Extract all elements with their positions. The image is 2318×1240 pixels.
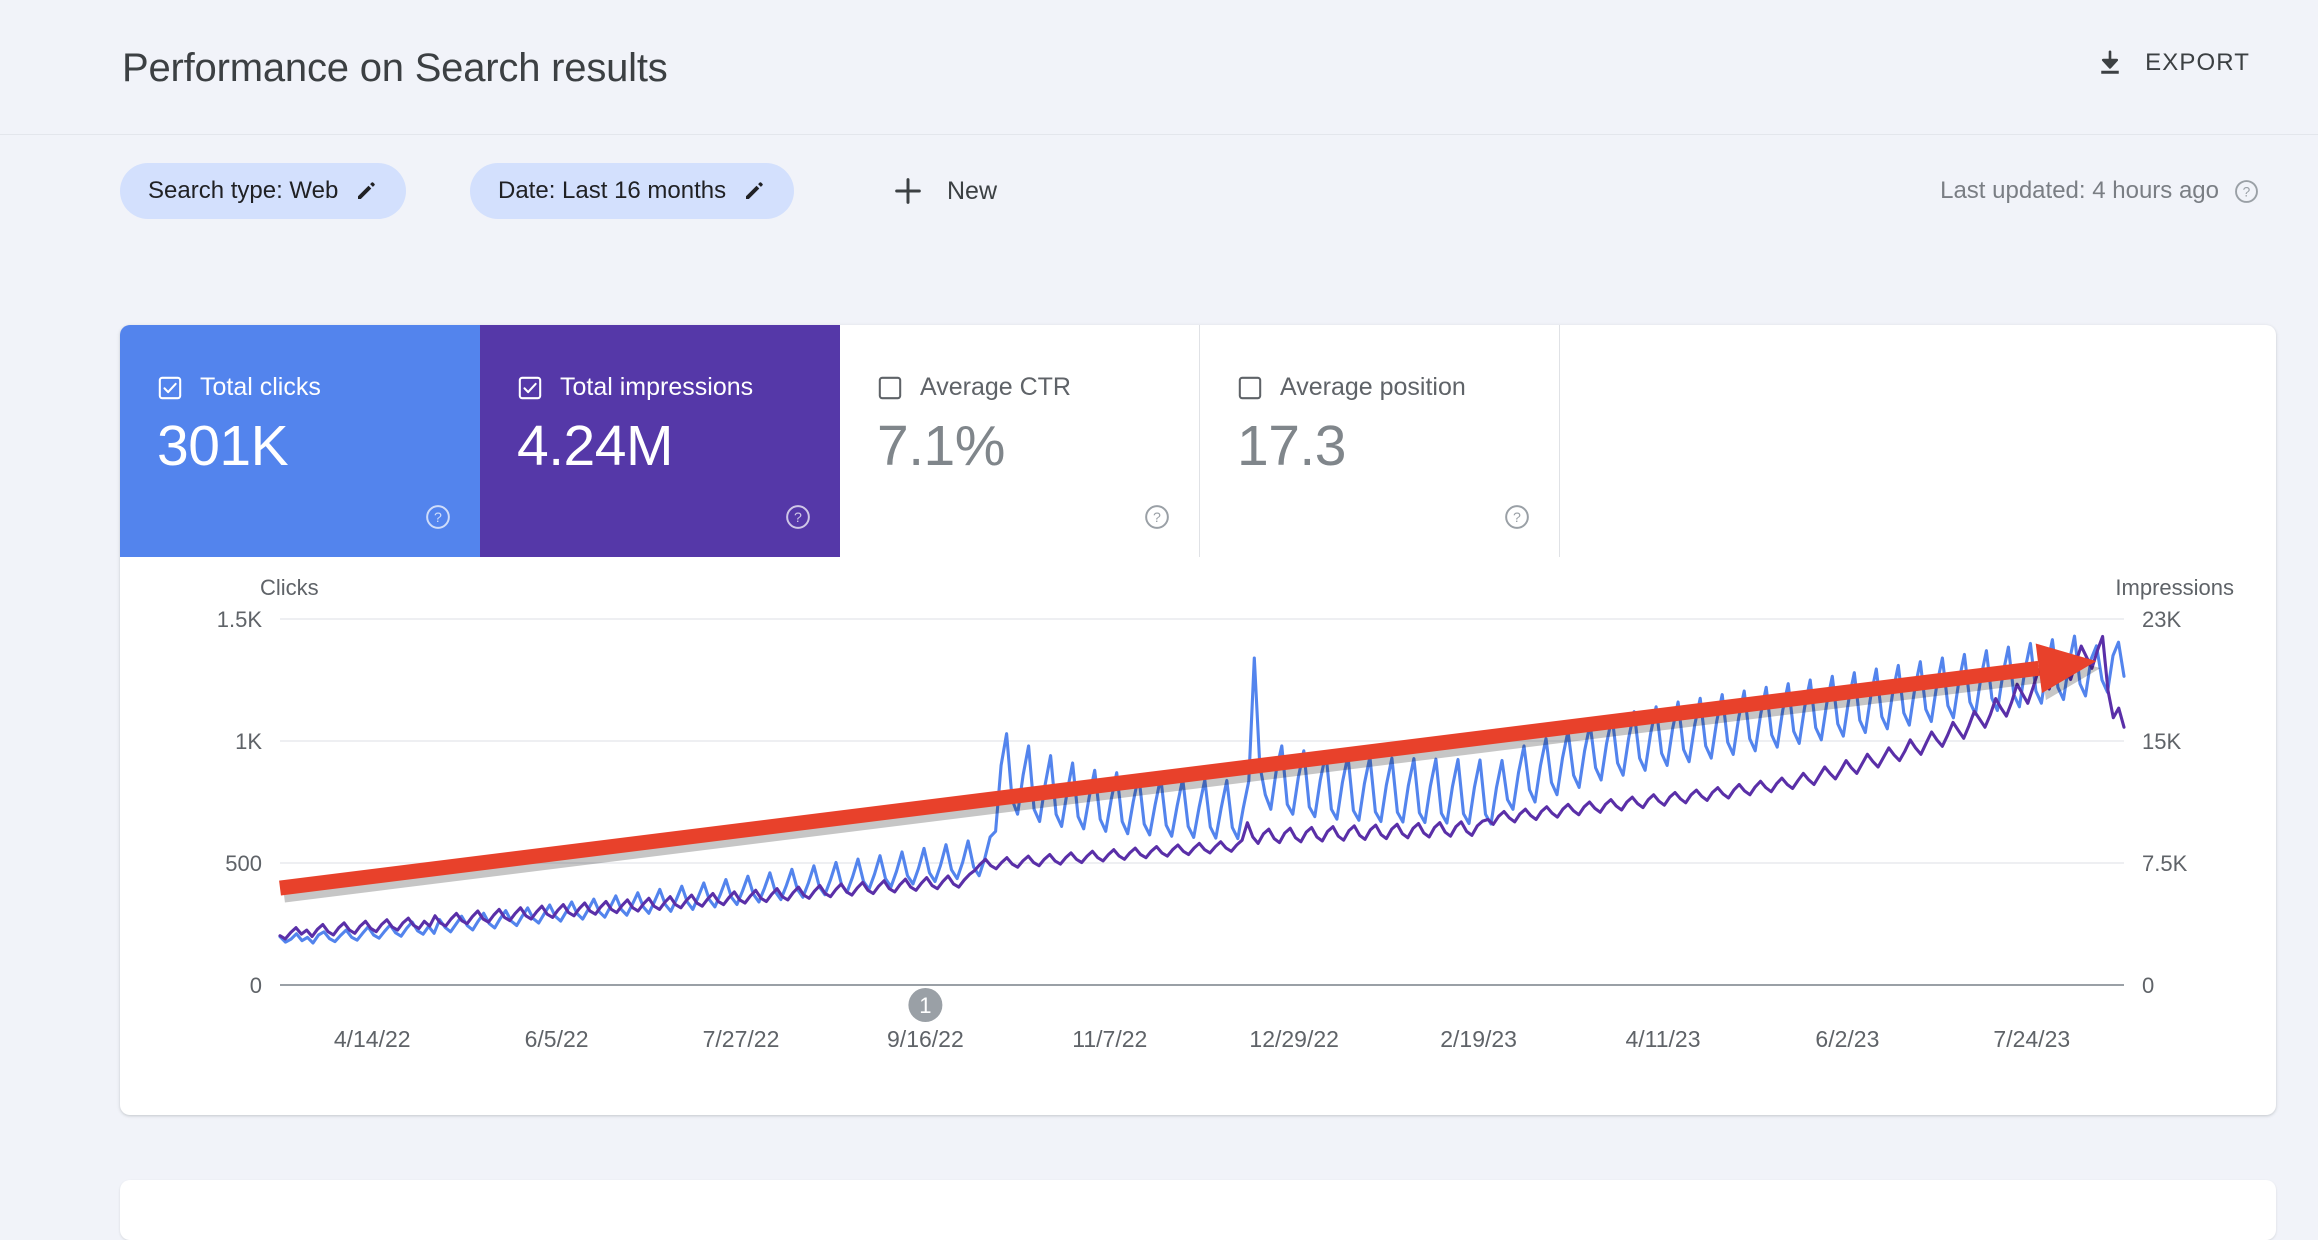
metric-label: Total clicks: [200, 373, 321, 401]
filter-chip-date-label: Date: Last 16 months: [498, 177, 727, 204]
plus-icon: [891, 174, 925, 208]
svg-text:23K: 23K: [2142, 607, 2181, 632]
help-icon[interactable]: ?: [1143, 503, 1171, 531]
last-updated: Last updated: 4 hours ago ?: [1940, 177, 2260, 205]
export-button[interactable]: EXPORT: [2085, 40, 2260, 86]
help-icon[interactable]: ?: [1503, 503, 1531, 531]
svg-text:0: 0: [2142, 973, 2154, 998]
svg-text:4/11/23: 4/11/23: [1625, 1026, 1700, 1052]
filter-chip-search-type-label: Search type: Web: [148, 177, 339, 204]
svg-text:12/29/22: 12/29/22: [1249, 1026, 1339, 1052]
filter-chip-date[interactable]: Date: Last 16 months: [470, 163, 795, 219]
svg-text:?: ?: [1513, 510, 1521, 526]
metric-label: Total impressions: [560, 373, 754, 401]
pencil-icon[interactable]: [354, 179, 378, 203]
metric-cards-row: Total clicks 301K ? Total impressions 4.…: [120, 325, 1560, 557]
help-icon[interactable]: ?: [424, 503, 452, 531]
pencil-icon[interactable]: [742, 179, 766, 203]
svg-text:6/5/22: 6/5/22: [525, 1026, 589, 1052]
performance-card: Total clicks 301K ? Total impressions 4.…: [120, 325, 2276, 1115]
svg-text:1K: 1K: [235, 729, 262, 754]
metric-card-total-impressions[interactable]: Total impressions 4.24M ?: [480, 325, 840, 557]
metric-head: Average CTR: [877, 373, 1071, 402]
metric-head: Total clicks: [157, 373, 321, 402]
page-header: Performance on Search results EXPORT: [0, 0, 2318, 135]
download-icon: [2095, 48, 2125, 78]
svg-text:11/7/22: 11/7/22: [1072, 1026, 1147, 1052]
svg-text:0: 0: [250, 973, 262, 998]
next-card-peek: [120, 1180, 2276, 1240]
page-title: Performance on Search results: [122, 46, 668, 90]
svg-text:7.5K: 7.5K: [2142, 851, 2188, 876]
svg-text:1: 1: [919, 993, 931, 1018]
filter-chip-search-type[interactable]: Search type: Web: [120, 163, 407, 219]
svg-text:1.5K: 1.5K: [217, 607, 263, 632]
svg-text:15K: 15K: [2142, 729, 2181, 754]
svg-text:500: 500: [225, 851, 262, 876]
svg-text:6/2/23: 6/2/23: [1815, 1026, 1879, 1052]
filter-bar: Search type: Web Date: Last 16 months Ne…: [0, 135, 2318, 265]
metric-value: 17.3: [1237, 414, 1346, 478]
metric-label: Average position: [1280, 373, 1466, 401]
metric-label: Average CTR: [920, 373, 1071, 401]
add-new-filter-label: New: [947, 176, 998, 205]
checkbox-checked-icon[interactable]: [157, 375, 183, 401]
checkbox-checked-icon[interactable]: [517, 375, 543, 401]
svg-text:9/16/22: 9/16/22: [887, 1026, 964, 1052]
svg-text:?: ?: [434, 510, 442, 526]
export-label: EXPORT: [2145, 49, 2250, 76]
svg-text:?: ?: [2243, 184, 2251, 199]
chart-plot[interactable]: 0 0 500 7.5K 1K 15K 1.5K 23K 4/14/22 6/5/22 7/27/2…: [120, 557, 2276, 1115]
metric-value: 4.24M: [517, 414, 673, 478]
svg-text:4/14/22: 4/14/22: [334, 1026, 411, 1052]
add-new-filter-button[interactable]: New: [875, 163, 1013, 219]
metric-card-average-ctr[interactable]: Average CTR 7.1% ?: [840, 325, 1200, 557]
svg-text:7/27/22: 7/27/22: [703, 1026, 780, 1052]
svg-text:2/19/23: 2/19/23: [1440, 1026, 1517, 1052]
checkbox-unchecked-icon[interactable]: [877, 375, 903, 401]
metric-card-total-clicks[interactable]: Total clicks 301K ?: [120, 325, 480, 557]
help-icon[interactable]: ?: [784, 503, 812, 531]
help-icon[interactable]: ?: [2233, 178, 2260, 205]
metric-value: 7.1%: [877, 414, 1005, 478]
svg-text:?: ?: [1153, 510, 1161, 526]
last-updated-text: Last updated: 4 hours ago: [1940, 177, 2219, 204]
metric-head: Total impressions: [517, 373, 753, 402]
svg-text:7/24/23: 7/24/23: [1993, 1026, 2070, 1052]
metric-card-average-position[interactable]: Average position 17.3 ?: [1200, 325, 1560, 557]
svg-text:?: ?: [794, 510, 802, 526]
metric-value: 301K: [157, 414, 289, 478]
metric-head: Average position: [1237, 373, 1466, 402]
performance-chart: Clicks Impressions 0 0 500 7.5K 1K 15K 1.5K 23K…: [120, 557, 2276, 1115]
checkbox-unchecked-icon[interactable]: [1237, 375, 1263, 401]
